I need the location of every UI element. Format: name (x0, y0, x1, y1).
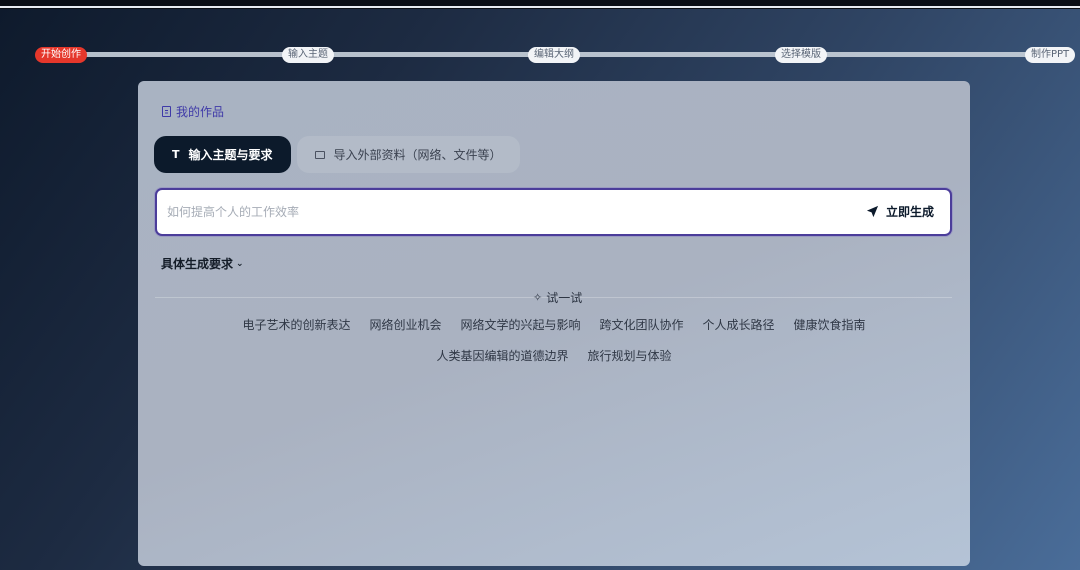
requirements-toggle[interactable]: 具体生成要求 ⌄ (161, 255, 244, 272)
my-works-link[interactable]: 我的作品 (162, 103, 224, 120)
tab-import-materials[interactable]: 导入外部资料（网络、文件等） (296, 136, 520, 173)
topic-input-box: 立即生成 (155, 188, 952, 236)
folder-icon (314, 150, 325, 159)
step-edit-outline[interactable]: 编辑大纲 (528, 47, 580, 63)
creation-card: 我的作品 T 输入主题与要求 导入外部资料（网络、文件等） 立即生成 具体生成要… (138, 81, 970, 566)
suggestion-list: 电子艺术的创新表达 网络创业机会 网络文学的兴起与影响 跨文化团队协作 个人成长… (168, 317, 940, 365)
chevron-down-icon: ⌄ (236, 258, 244, 269)
tab-label: 输入主题与要求 (188, 148, 273, 162)
try-text: 试一试 (546, 291, 583, 305)
generate-label: 立即生成 (885, 205, 934, 219)
step-input-topic[interactable]: 输入主题 (282, 47, 334, 63)
document-icon (162, 106, 171, 117)
requirements-label: 具体生成要求 (161, 257, 234, 271)
tab-label: 导入外部资料（网络、文件等） (333, 148, 502, 162)
progress-steps: 开始创作 输入主题 编辑大纲 选择模版 制作PPT (0, 47, 1080, 65)
generate-button[interactable]: 立即生成 (866, 203, 934, 220)
suggestion-chip[interactable]: 人类基因编辑的道德边界 (436, 348, 568, 365)
topic-input[interactable] (167, 190, 847, 234)
step-choose-template[interactable]: 选择模版 (775, 47, 827, 63)
sparkle-icon: ✧ (533, 291, 543, 304)
suggestion-chip[interactable]: 网络文学的兴起与影响 (460, 317, 580, 334)
suggestion-chip[interactable]: 旅行规划与体验 (588, 348, 672, 365)
suggestion-chip[interactable]: 电子艺术的创新表达 (242, 317, 350, 334)
tab-topic-requirements[interactable]: T 输入主题与要求 (154, 136, 291, 173)
text-icon: T (172, 148, 180, 161)
try-divider: ✧ 试一试 (155, 289, 952, 305)
my-works-label: 我的作品 (176, 105, 225, 119)
suggestion-chip[interactable]: 个人成长路径 (703, 317, 775, 334)
suggestion-chip[interactable]: 健康饮食指南 (794, 317, 866, 334)
step-start[interactable]: 开始创作 (35, 47, 87, 63)
window-top-bar (0, 0, 1080, 9)
suggestion-chip[interactable]: 跨文化团队协作 (600, 317, 684, 334)
try-label: ✧ 试一试 (528, 289, 587, 306)
step-make-ppt[interactable]: 制作PPT (1025, 47, 1076, 63)
suggestion-chip[interactable]: 网络创业机会 (369, 317, 441, 334)
input-mode-tabs: T 输入主题与要求 导入外部资料（网络、文件等） (154, 136, 520, 173)
send-icon (866, 205, 879, 218)
